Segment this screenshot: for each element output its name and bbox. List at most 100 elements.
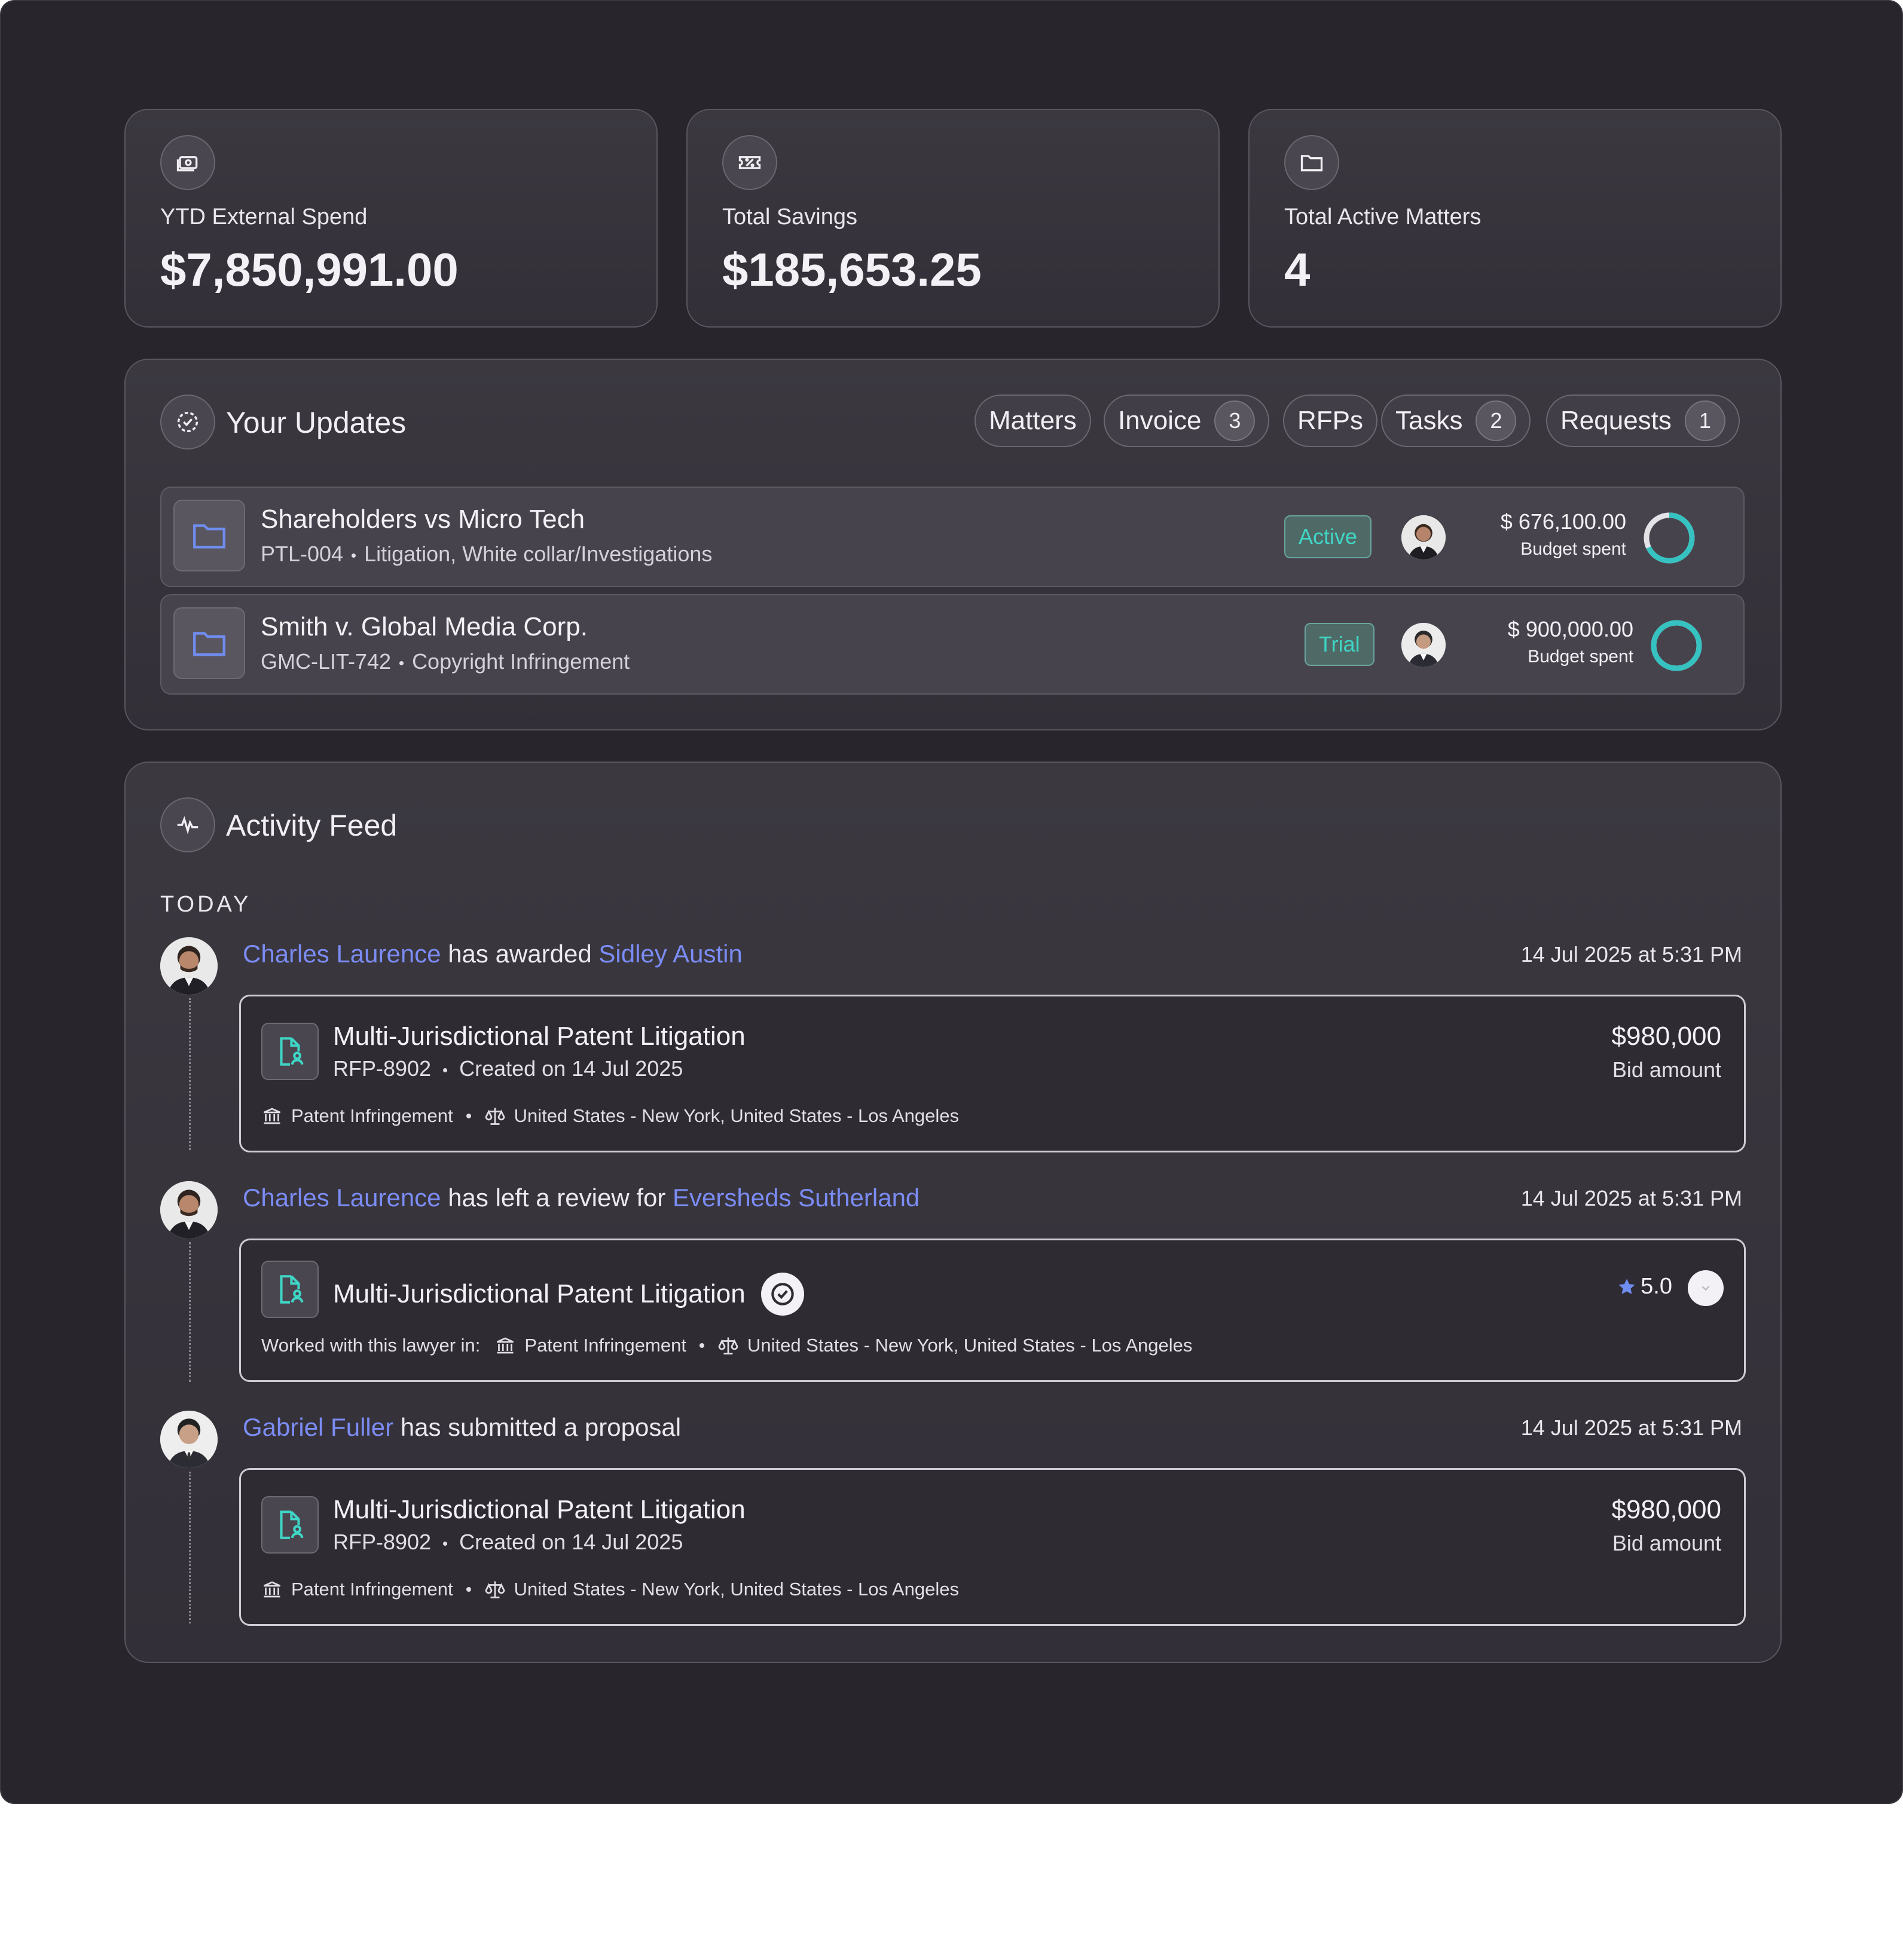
folder-icon <box>173 607 245 679</box>
document-user-icon <box>261 1496 319 1554</box>
rfp-code: RFP-8902 <box>333 1530 432 1554</box>
tab-invoice[interactable]: Invoice 3 <box>1104 395 1270 447</box>
review-card[interactable]: Multi-Jurisdictional Patent Litigation W… <box>239 1239 1746 1382</box>
locations: United States - New York, United States … <box>514 1105 959 1126</box>
stat-card-active-matters[interactable]: Total Active Matters 4 <box>1248 109 1782 328</box>
tab-matters[interactable]: Matters <box>975 395 1091 447</box>
timeline-connector <box>189 1472 191 1623</box>
scales-icon <box>718 1337 738 1354</box>
practice-area: Patent Infringement <box>291 1105 453 1126</box>
stat-label: YTD External Spend <box>160 204 368 230</box>
stat-value: $185,653.25 <box>722 243 982 296</box>
scales-icon <box>485 1581 505 1598</box>
expand-toggle-button[interactable] <box>1688 1270 1724 1306</box>
tab-requests[interactable]: Requests 1 <box>1546 395 1740 447</box>
feed-headline: Charles Laurence has awarded Sidley Aust… <box>243 940 743 968</box>
bid-amount-label: Bid amount <box>1612 1531 1721 1555</box>
tab-label: RFPs <box>1297 406 1363 435</box>
document-user-icon <box>261 1261 319 1318</box>
refresh-check-icon <box>160 395 215 450</box>
target-link[interactable]: Eversheds Sutherland <box>673 1184 920 1212</box>
target-link[interactable]: Sidley Austin <box>598 940 742 968</box>
stat-label: Total Savings <box>722 204 858 230</box>
avatar <box>160 1181 218 1239</box>
matter-code: PTL-004 <box>261 542 344 566</box>
feed-headline: Charles Laurence has left a review for E… <box>243 1184 920 1212</box>
status-badge: Active <box>1284 515 1372 558</box>
rfp-title[interactable]: Multi-Jurisdictional Patent Litigation <box>333 1495 746 1525</box>
feed-timestamp: 14 Jul 2025 at 5:31 PM <box>1520 1186 1742 1210</box>
matter-row[interactable]: Smith v. Global Media Corp. GMC-LIT-742 C… <box>160 594 1745 695</box>
worked-with-label: Worked with this lawyer in: <box>261 1335 481 1356</box>
budget-label: Budget spent <box>1520 539 1626 559</box>
courthouse-icon <box>263 1581 281 1598</box>
actor-link[interactable]: Charles Laurence <box>243 1184 441 1212</box>
timeline-connector <box>189 998 191 1150</box>
stat-card-ytd-spend[interactable]: YTD External Spend $7,850,991.00 <box>124 109 658 328</box>
rfp-tags: Patent Infringement United States - New … <box>261 1105 959 1127</box>
stat-label: Total Active Matters <box>1284 204 1482 230</box>
document-user-icon <box>261 1023 319 1080</box>
folder-icon <box>173 500 245 571</box>
folder-icon <box>1284 135 1339 190</box>
feed-headline: Gabriel Fuller has submitted a proposal <box>243 1413 681 1442</box>
matter-areas: Copyright Infringement <box>412 649 630 674</box>
budget-progress-ring <box>1644 512 1695 564</box>
actor-link[interactable]: Charles Laurence <box>243 940 441 968</box>
avatar <box>1401 623 1446 667</box>
tab-count-badge: 1 <box>1684 400 1725 441</box>
bid-amount: $980,000 <box>1611 1022 1721 1051</box>
locations: United States - New York, United States … <box>747 1335 1193 1356</box>
proposal-card[interactable]: Multi-Jurisdictional Patent Litigation R… <box>239 1468 1746 1626</box>
ticket-percent-icon <box>722 135 777 190</box>
star-icon <box>1618 1279 1635 1294</box>
courthouse-icon <box>263 1108 281 1124</box>
verified-check-icon <box>760 1273 804 1316</box>
rfp-title[interactable]: Multi-Jurisdictional Patent Litigation <box>333 1022 746 1051</box>
status-badge: Trial <box>1305 623 1374 666</box>
rfp-created: Created on 14 Jul 2025 <box>459 1530 683 1554</box>
rfp-code: RFP-8902 <box>333 1056 432 1081</box>
chevron-down-icon <box>1702 1286 1710 1291</box>
updates-title: Your Updates <box>226 406 407 439</box>
rfp-created: Created on 14 Jul 2025 <box>459 1056 683 1081</box>
matter-meta: GMC-LIT-742 Copyright Infringement <box>261 649 630 674</box>
review-title[interactable]: Multi-Jurisdictional Patent Litigation <box>333 1273 804 1316</box>
action-text: has submitted a proposal <box>393 1413 682 1441</box>
practice-area: Patent Infringement <box>524 1335 686 1356</box>
action-text: has awarded <box>441 940 599 968</box>
matter-title[interactable]: Smith v. Global Media Corp. <box>261 612 588 642</box>
tab-tasks[interactable]: Tasks 2 <box>1381 395 1531 447</box>
budget-label: Budget spent <box>1528 647 1633 666</box>
activity-feed-title: Activity Feed <box>226 809 398 842</box>
budget-amount: $ 900,000.00 <box>1507 617 1633 641</box>
tab-label: Requests <box>1560 406 1672 435</box>
stat-card-total-savings[interactable]: Total Savings $185,653.25 <box>686 109 1220 328</box>
tab-label: Invoice <box>1118 406 1202 435</box>
avatar <box>160 937 218 995</box>
matter-title[interactable]: Shareholders vs Micro Tech <box>261 504 585 534</box>
dashboard-frame: YTD External Spend $7,850,991.00 Total S… <box>0 0 1903 1804</box>
practice-area: Patent Infringement <box>291 1579 453 1600</box>
review-title-text: Multi-Jurisdictional Patent Litigation <box>333 1279 746 1308</box>
tab-count-badge: 2 <box>1476 400 1517 441</box>
locations: United States - New York, United States … <box>514 1579 959 1600</box>
rfp-card[interactable]: Multi-Jurisdictional Patent Litigation R… <box>239 995 1746 1152</box>
review-tags: Worked with this lawyer in: Patent Infri… <box>261 1335 1192 1356</box>
feed-timestamp: 14 Jul 2025 at 5:31 PM <box>1520 942 1742 967</box>
bid-amount: $980,000 <box>1611 1495 1721 1524</box>
tab-rfps[interactable]: RFPs <box>1283 395 1377 447</box>
tab-label: Matters <box>989 406 1077 435</box>
bid-amount-label: Bid amount <box>1612 1057 1721 1082</box>
scales-icon <box>485 1108 505 1125</box>
rfp-meta: RFP-8902 Created on 14 Jul 2025 <box>333 1530 683 1555</box>
actor-link[interactable]: Gabriel Fuller <box>243 1413 393 1441</box>
courthouse-icon <box>497 1337 514 1354</box>
matter-row[interactable]: Shareholders vs Micro Tech PTL-004 Litiga… <box>160 487 1745 587</box>
budget-progress-ring <box>1651 620 1702 671</box>
avatar <box>160 1411 218 1468</box>
timeline-connector <box>189 1242 191 1382</box>
rating: 5.0 <box>1617 1274 1672 1299</box>
matter-meta: PTL-004 Litigation, White collar/Investig… <box>261 542 712 567</box>
avatar <box>1401 515 1446 559</box>
